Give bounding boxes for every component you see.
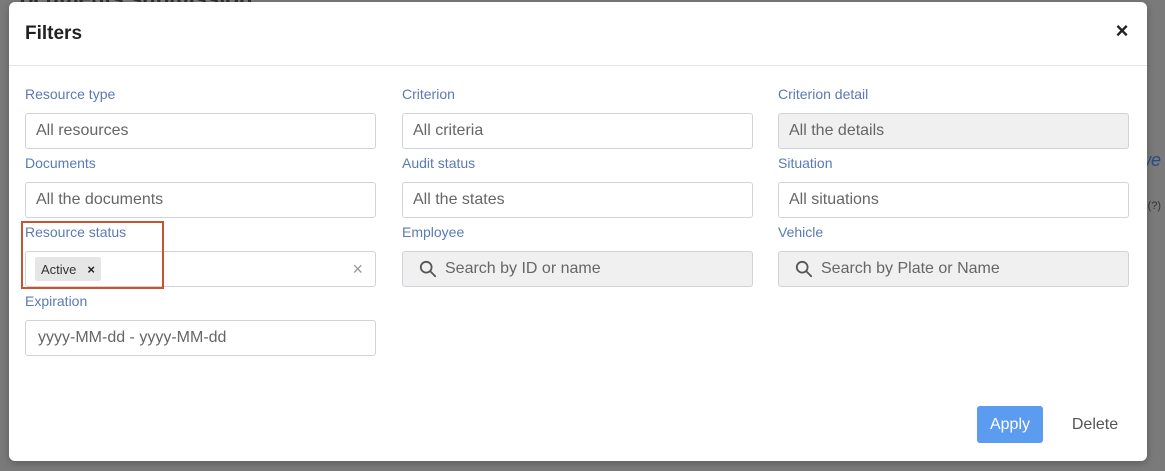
criterion-select[interactable]: All criteria bbox=[402, 113, 753, 149]
delete-button[interactable]: Delete bbox=[1061, 406, 1129, 443]
expiration-date-range-input[interactable]: yyyy-MM-dd - yyyy-MM-dd bbox=[25, 320, 376, 356]
audit-status-label: Audit status bbox=[402, 155, 476, 171]
modal-title: Filters bbox=[25, 23, 83, 44]
modal-header: Filters × bbox=[9, 2, 1147, 66]
situation-label: Situation bbox=[778, 155, 833, 171]
criterion-label: Criterion bbox=[402, 86, 455, 102]
documents-select[interactable]: All the documents bbox=[25, 182, 376, 218]
expiration-placeholder: yyyy-MM-dd - yyyy-MM-dd bbox=[38, 329, 227, 346]
criterion-detail-placeholder: All the details bbox=[789, 122, 885, 139]
documents-label: Documents bbox=[25, 155, 96, 171]
vehicle-search-input[interactable]: Search by Plate or Name bbox=[778, 251, 1129, 287]
employee-placeholder: Search by ID or name bbox=[445, 260, 601, 277]
tag-label: Active bbox=[41, 261, 77, 277]
search-icon bbox=[795, 260, 813, 278]
apply-button[interactable]: Apply bbox=[977, 406, 1043, 443]
selected-tag-active: Active × bbox=[35, 257, 101, 281]
clear-selection-icon[interactable]: × bbox=[352, 259, 363, 280]
vehicle-placeholder: Search by Plate or Name bbox=[821, 260, 1000, 277]
employee-search-input[interactable]: Search by ID or name bbox=[402, 251, 753, 287]
search-icon bbox=[419, 260, 437, 278]
employee-label: Employee bbox=[402, 224, 465, 240]
background-help-fragment: (?) bbox=[1147, 200, 1161, 212]
audit-status-placeholder: All the states bbox=[413, 191, 505, 208]
vehicle-label: Vehicle bbox=[778, 224, 824, 240]
resource-type-label: Resource type bbox=[25, 86, 116, 102]
documents-placeholder: All the documents bbox=[36, 191, 164, 208]
resource-type-placeholder: All resources bbox=[36, 122, 129, 139]
resource-type-select[interactable]: All resources bbox=[25, 113, 376, 149]
situation-select[interactable]: All situations bbox=[778, 182, 1129, 218]
audit-status-select[interactable]: All the states bbox=[402, 182, 753, 218]
tag-remove-icon[interactable]: × bbox=[87, 262, 95, 277]
criterion-placeholder: All criteria bbox=[413, 122, 484, 139]
expiration-label: Expiration bbox=[25, 293, 88, 309]
resource-status-select[interactable]: Active × × bbox=[25, 251, 376, 287]
criterion-detail-select: All the details bbox=[778, 113, 1129, 149]
close-icon[interactable]: × bbox=[1111, 18, 1133, 43]
resource-status-label: Resource status bbox=[25, 224, 127, 240]
criterion-detail-label: Criterion detail bbox=[778, 86, 869, 102]
filters-modal: Filters × Resource type All resources Cr… bbox=[9, 2, 1147, 461]
situation-placeholder: All situations bbox=[789, 191, 879, 208]
